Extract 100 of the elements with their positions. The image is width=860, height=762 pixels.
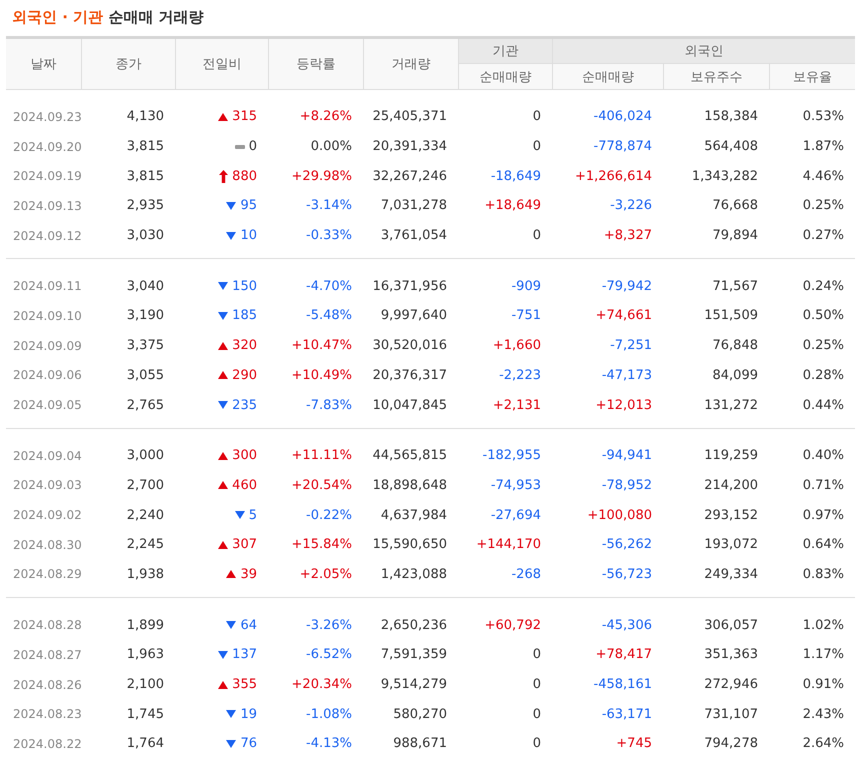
volume-text: 4,637,984 bbox=[380, 508, 447, 523]
change-amount: 19 bbox=[240, 706, 257, 722]
holdings-text: 193,072 bbox=[704, 537, 758, 552]
volume-text: 580,270 bbox=[393, 706, 447, 722]
holding-ratio: 0.91% bbox=[802, 677, 844, 692]
close-price: 2,240 bbox=[126, 508, 164, 523]
net-volume: -3,226 bbox=[610, 198, 652, 214]
net-volume: 0 bbox=[532, 228, 541, 244]
net-volume: -406,024 bbox=[594, 109, 652, 124]
change-rate: +15.84% bbox=[292, 537, 352, 552]
holdings-text: 131,272 bbox=[704, 398, 758, 413]
change-rate: -7.83% bbox=[306, 398, 352, 413]
holding-ratio: 0.97% bbox=[802, 508, 844, 523]
net-volume: +2,131 bbox=[492, 398, 541, 413]
net-volume: +745 bbox=[616, 736, 652, 752]
net-volume: 0 bbox=[532, 706, 541, 722]
holdings-text: 1,343,282 bbox=[692, 168, 758, 184]
change-amount: 235 bbox=[232, 398, 257, 413]
net-volume: +12,013 bbox=[596, 398, 652, 413]
date-text: 2024.09.03 bbox=[13, 478, 82, 492]
holdings-text: 214,200 bbox=[704, 478, 758, 493]
change-rate: +2.05% bbox=[300, 566, 352, 582]
holding-ratio: 0.25% bbox=[802, 338, 844, 354]
holdings-text: 76,848 bbox=[712, 338, 758, 354]
date-text: 2024.09.20 bbox=[13, 140, 82, 154]
close-price: 1,938 bbox=[126, 566, 164, 582]
holding-ratio: 0.28% bbox=[802, 368, 844, 383]
change-amount: 320 bbox=[232, 338, 257, 354]
holding-ratio: 2.64% bbox=[802, 736, 844, 752]
holding-ratio: 2.43% bbox=[802, 706, 844, 722]
change-rate: -0.33% bbox=[306, 228, 352, 244]
change-rate: +10.49% bbox=[292, 368, 352, 383]
date-text: 2024.09.06 bbox=[13, 368, 82, 382]
holdings-text: 351,363 bbox=[704, 647, 758, 662]
change-amount: 137 bbox=[232, 647, 257, 662]
net-volume: -909 bbox=[511, 278, 541, 294]
net-volume: -268 bbox=[511, 566, 541, 582]
change-rate: -3.26% bbox=[306, 618, 352, 633]
net-volume: -56,262 bbox=[602, 537, 652, 552]
net-volume: +60,792 bbox=[484, 618, 541, 633]
volume-text: 18,898,648 bbox=[372, 478, 447, 493]
change-amount: 0 bbox=[248, 139, 257, 154]
volume-text: 7,031,278 bbox=[380, 198, 447, 214]
change-amount: 39 bbox=[240, 566, 257, 582]
holding-ratio: 0.64% bbox=[802, 537, 844, 552]
date-text: 2024.09.04 bbox=[13, 448, 82, 463]
change-amount: 64 bbox=[240, 618, 257, 633]
net-volume: -56,723 bbox=[602, 566, 652, 582]
change-amount: 460 bbox=[232, 478, 257, 493]
holdings-text: 158,384 bbox=[704, 109, 758, 124]
close-price: 2,765 bbox=[126, 398, 164, 413]
close-price: 2,700 bbox=[126, 478, 164, 493]
change-amount: 300 bbox=[232, 448, 257, 464]
volume-text: 3,761,054 bbox=[380, 228, 447, 244]
holding-ratio: 0.83% bbox=[802, 566, 844, 582]
close-price: 1,745 bbox=[126, 706, 164, 722]
close-price: 3,055 bbox=[126, 368, 164, 383]
change-rate: -5.48% bbox=[306, 308, 352, 324]
date-text: 2024.08.22 bbox=[13, 736, 82, 751]
holding-ratio: 1.87% bbox=[802, 139, 844, 154]
net-volume: 0 bbox=[532, 109, 541, 124]
date-text: 2024.08.30 bbox=[13, 538, 82, 552]
close-price: 3,815 bbox=[126, 168, 164, 184]
holding-ratio: 0.53% bbox=[802, 109, 844, 124]
net-volume: -78,952 bbox=[602, 478, 652, 493]
net-volume: -458,161 bbox=[594, 677, 652, 692]
net-volume: +144,170 bbox=[476, 537, 541, 552]
net-volume: -18,649 bbox=[490, 168, 541, 184]
net-volume: -94,941 bbox=[602, 448, 652, 464]
holding-ratio: 0.50% bbox=[802, 308, 844, 324]
holding-ratio: 0.25% bbox=[802, 198, 844, 214]
net-volume: 0 bbox=[532, 736, 541, 752]
change-rate: -4.13% bbox=[306, 736, 352, 752]
net-volume: +74,661 bbox=[596, 308, 652, 324]
holdings-text: 79,894 bbox=[712, 228, 758, 244]
net-volume: -63,171 bbox=[602, 706, 652, 722]
change-rate: 0.00% bbox=[310, 139, 352, 154]
net-volume: -182,955 bbox=[482, 448, 541, 464]
close-price: 2,935 bbox=[126, 198, 164, 214]
net-volume: -47,173 bbox=[602, 368, 652, 383]
net-volume: +78,417 bbox=[596, 647, 652, 662]
date-text: 2024.08.26 bbox=[13, 678, 82, 692]
change-amount: 76 bbox=[240, 736, 257, 752]
holding-ratio: 0.44% bbox=[802, 398, 844, 413]
change-amount: 150 bbox=[232, 278, 257, 294]
change-rate: -0.22% bbox=[306, 508, 352, 523]
change-amount: 95 bbox=[240, 198, 257, 214]
net-volume: -45,306 bbox=[602, 618, 652, 633]
close-price: 3,190 bbox=[126, 308, 164, 324]
change-rate: +11.11% bbox=[292, 448, 352, 464]
holdings-text: 731,107 bbox=[704, 706, 758, 722]
change-rate: +10.47% bbox=[292, 338, 352, 354]
date-text: 2024.09.02 bbox=[13, 508, 82, 522]
volume-text: 20,376,317 bbox=[372, 368, 447, 383]
holding-ratio: 0.24% bbox=[802, 278, 844, 294]
close-price: 2,100 bbox=[126, 677, 164, 692]
date-text: 2024.09.13 bbox=[13, 198, 82, 213]
change-amount: 5 bbox=[248, 508, 257, 523]
holdings-text: 76,668 bbox=[712, 198, 758, 214]
holdings-text: 272,946 bbox=[704, 677, 758, 692]
